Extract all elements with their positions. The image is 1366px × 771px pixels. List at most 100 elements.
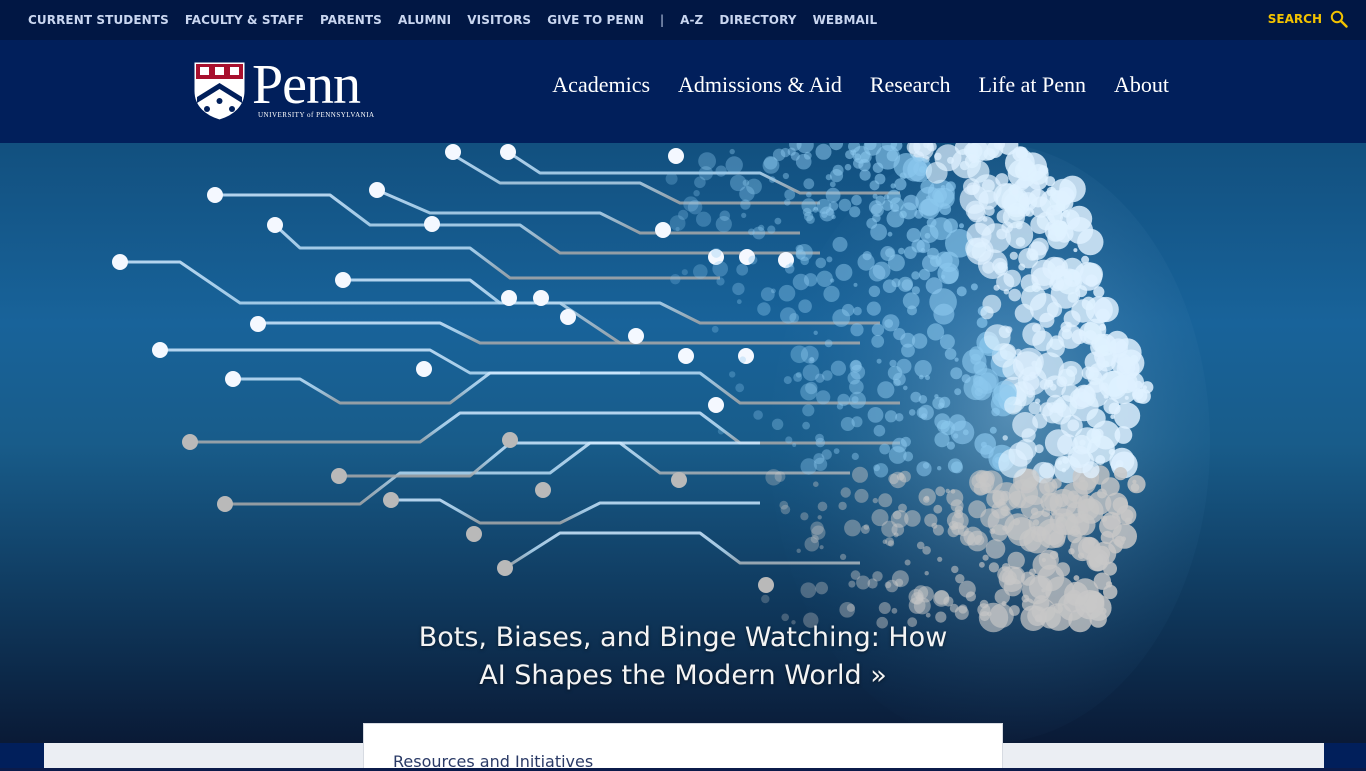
head-dot — [1115, 460, 1124, 468]
utility-link-current-students[interactable]: CURRENT STUDENTS — [28, 13, 169, 27]
head-dot — [885, 579, 899, 593]
head-dot — [927, 323, 945, 341]
head-dot — [945, 488, 950, 494]
head-dot — [790, 151, 800, 161]
head-dot — [780, 504, 791, 515]
head-dot — [882, 279, 897, 293]
head-dot — [1121, 536, 1126, 542]
head-dot — [1038, 165, 1049, 176]
head-dot — [1068, 548, 1075, 555]
head-dot — [1086, 408, 1106, 428]
nav-research[interactable]: Research — [870, 72, 951, 98]
head-dot — [974, 387, 983, 397]
head-dot — [1008, 442, 1034, 467]
head-dot — [841, 303, 855, 317]
utility-link-visitors[interactable]: VISITORS — [467, 13, 531, 27]
head-dot — [914, 360, 932, 378]
head-dot — [729, 371, 736, 378]
head-dot — [803, 211, 814, 222]
head-dot — [815, 433, 824, 443]
head-dot — [919, 166, 926, 173]
head-dot — [877, 381, 895, 399]
hero-banner[interactable]: Bots, Biases, and Binge Watching: How AI… — [0, 143, 1366, 743]
head-dot — [790, 345, 809, 364]
head-dot — [1114, 426, 1133, 444]
head-dot — [1055, 562, 1071, 577]
head-dot — [886, 209, 905, 228]
head-dot — [851, 416, 863, 428]
head-dot — [1008, 479, 1039, 509]
resources-title-link[interactable]: Resources and Initiatives — [393, 752, 593, 771]
utility-link-faculty-staff[interactable]: FACULTY & STAFF — [185, 13, 304, 27]
utility-link-directory[interactable]: DIRECTORY — [719, 13, 796, 27]
head-dot — [868, 285, 881, 297]
head-dot — [1042, 402, 1064, 424]
utility-link-alumni[interactable]: ALUMNI — [398, 13, 451, 27]
head-dot — [997, 566, 1014, 583]
head-dot — [1015, 237, 1026, 247]
head-dot — [984, 205, 995, 216]
head-dot — [980, 306, 994, 320]
head-dot — [838, 198, 852, 212]
head-dot — [792, 443, 797, 447]
head-dot — [873, 424, 886, 437]
circuit-node — [445, 144, 461, 160]
head-dot — [850, 323, 864, 337]
resources-card: Resources and Initiatives — [363, 723, 1003, 771]
circuit-node — [416, 361, 432, 377]
head-dot — [974, 535, 985, 546]
head-dot — [824, 339, 833, 348]
search-button[interactable]: SEARCH — [1268, 10, 1348, 28]
head-dot — [954, 357, 959, 362]
circuit-node — [335, 272, 351, 288]
head-dot — [1101, 515, 1108, 522]
hero-caption-line-1: Bots, Biases, and Binge Watching: How — [418, 622, 948, 653]
utility-link-parents[interactable]: PARENTS — [320, 13, 382, 27]
head-dot — [1135, 388, 1151, 404]
head-dot — [725, 156, 743, 174]
head-dot — [876, 358, 882, 364]
circuit-node — [671, 472, 687, 488]
utility-link-a-z[interactable]: A-Z — [680, 13, 703, 27]
head-dot — [896, 472, 905, 481]
head-dot — [858, 158, 871, 172]
head-dot — [795, 249, 806, 260]
head-dot — [698, 166, 714, 181]
head-dot — [862, 251, 872, 261]
head-dot — [1124, 395, 1129, 400]
head-dot — [1086, 435, 1115, 464]
head-dot — [817, 515, 822, 520]
nav-life-at-penn[interactable]: Life at Penn — [978, 72, 1086, 98]
head-dot — [851, 194, 862, 206]
head-dot — [853, 282, 858, 287]
nav-about[interactable]: About — [1114, 72, 1169, 98]
head-dot — [796, 143, 814, 154]
head-dot — [916, 461, 932, 477]
head-dot — [995, 173, 1009, 187]
utility-link-webmail[interactable]: WEBMAIL — [813, 13, 878, 27]
head-dot — [838, 501, 847, 511]
head-dot — [1049, 488, 1078, 517]
penn-logo[interactable]: Penn UNIVERSITY of PENNSYLVANIA — [193, 54, 378, 121]
head-dot — [901, 343, 915, 358]
head-dot — [1067, 292, 1079, 303]
wordmark-subtitle: UNIVERSITY of PENNSYLVANIA — [258, 111, 375, 119]
circuit-trace — [376, 188, 800, 235]
head-dot — [1041, 523, 1064, 546]
head-dot — [736, 299, 742, 305]
head-dot — [1100, 346, 1106, 351]
head-dot — [1031, 360, 1038, 367]
head-dot — [735, 383, 745, 393]
nav-admissions-aid[interactable]: Admissions & Aid — [678, 72, 842, 98]
nav-academics[interactable]: Academics — [552, 72, 650, 98]
head-dot — [849, 379, 864, 395]
head-dot — [815, 373, 825, 383]
utility-link-give-to-penn[interactable]: GIVE TO PENN — [547, 13, 644, 27]
hero-caption-link[interactable]: Bots, Biases, and Binge Watching: How AI… — [383, 619, 983, 695]
head-dot — [874, 173, 886, 185]
head-dot — [886, 150, 899, 162]
head-dot — [903, 451, 914, 462]
head-dot — [872, 497, 878, 504]
head-dot — [832, 236, 848, 252]
head-dot — [1075, 590, 1105, 620]
